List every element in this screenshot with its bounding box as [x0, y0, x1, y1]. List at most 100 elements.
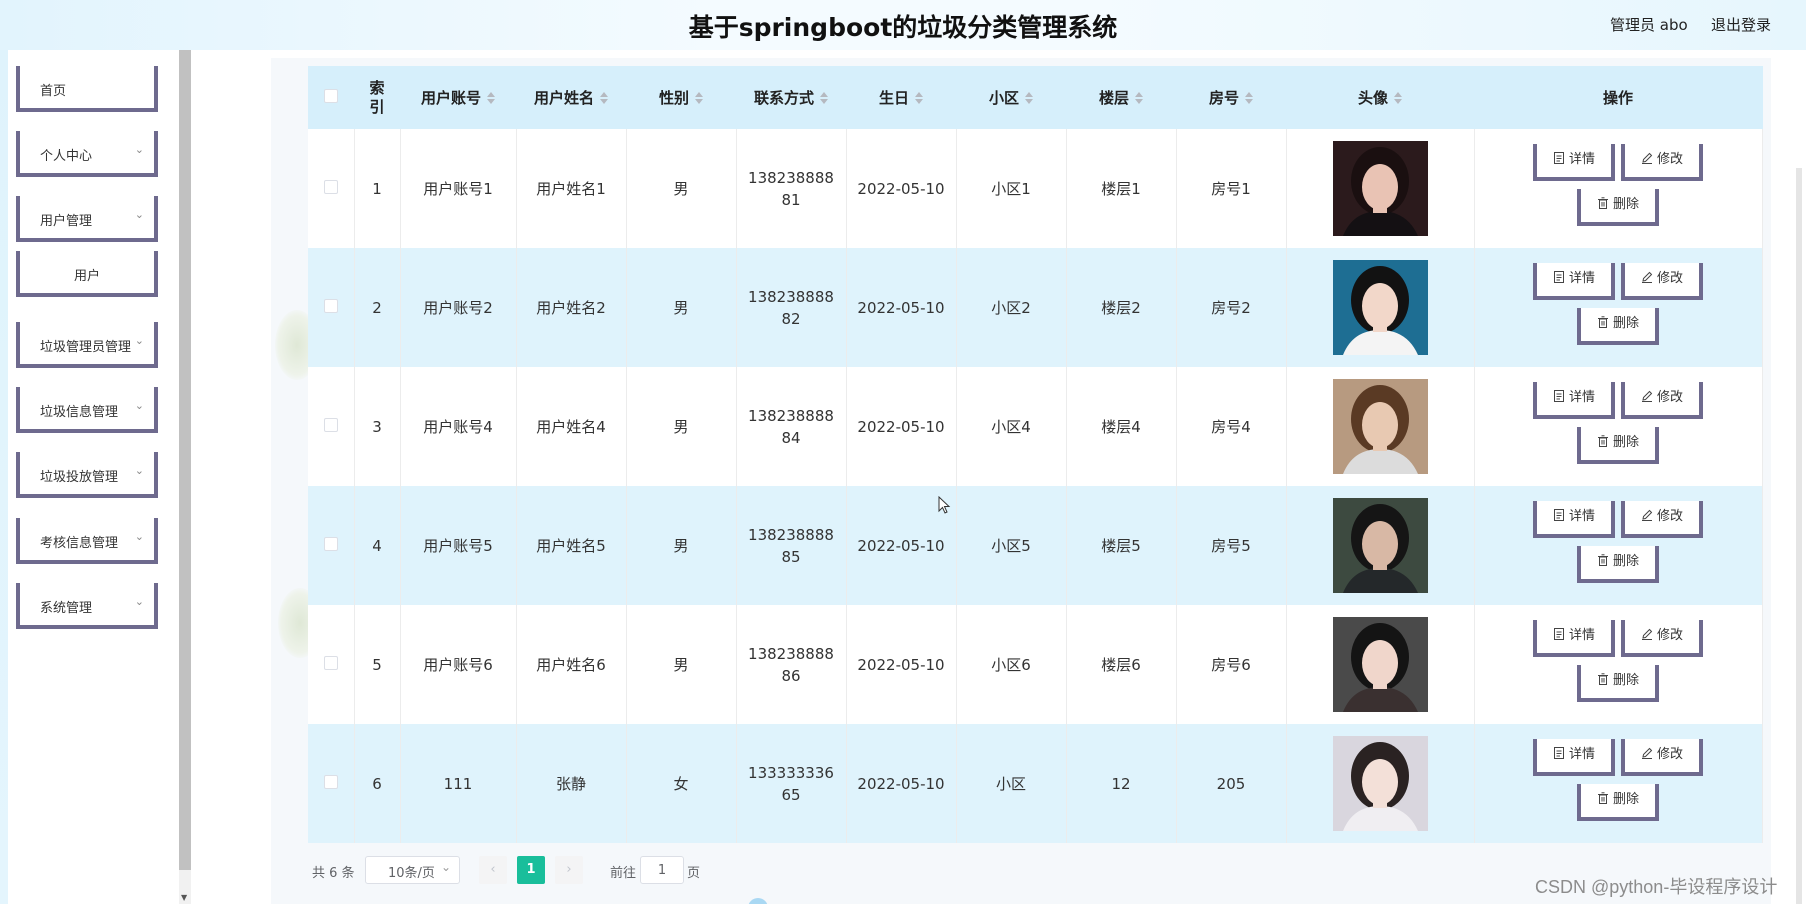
cell-actions: 详情 修改删除 [1474, 248, 1763, 367]
sort-icon[interactable] [695, 91, 703, 105]
detail-button[interactable]: 详情 [1533, 738, 1615, 776]
detail-button[interactable]: 详情 [1533, 262, 1615, 300]
edit-button[interactable]: 修改 [1621, 619, 1703, 657]
trash-icon [1597, 553, 1608, 566]
row-checkbox[interactable] [323, 417, 338, 432]
sidebar-scroll-thumb[interactable] [179, 50, 191, 870]
edit-button[interactable]: 修改 [1621, 738, 1703, 776]
cell-birthday: 2022-05-10 [846, 724, 957, 843]
sort-icon[interactable] [1135, 91, 1143, 105]
user-table: 索 引 用户账号 用户姓名 性别 联系方式 生日 小区 楼层 房号 头像 操作 … [308, 66, 1763, 843]
cell-name: 用户姓名4 [516, 367, 627, 486]
chevron-down-icon: ⌄ [134, 334, 144, 347]
column-header-account[interactable]: 用户账号 [400, 66, 517, 129]
cell-account: 用户账号2 [400, 248, 517, 367]
goto-page-input[interactable] [640, 856, 684, 884]
sort-icon[interactable] [820, 91, 828, 105]
chevron-down-icon: ⌄ [134, 595, 144, 608]
cell-gender: 男 [626, 367, 737, 486]
sort-icon[interactable] [1245, 91, 1253, 105]
sidebar-scroll-down-icon[interactable]: ▼ [181, 893, 187, 902]
delete-button[interactable]: 删除 [1577, 426, 1659, 464]
cell-name: 用户姓名6 [516, 605, 627, 724]
sidebar-item[interactable]: 用户管理 ⌄ [16, 196, 158, 242]
sidebar-item-label: 用户 [73, 269, 100, 284]
row-select-cell [308, 486, 355, 605]
edit-button[interactable]: 修改 [1621, 143, 1703, 181]
sidebar-item[interactable]: 考核信息管理 ⌄ [16, 518, 158, 564]
cell-avatar [1286, 129, 1475, 248]
cell-gender: 男 [626, 129, 737, 248]
document-icon [1553, 627, 1564, 640]
column-header-floor[interactable]: 楼层 [1066, 66, 1177, 129]
page-scrollbar[interactable] [1796, 168, 1802, 904]
cell-avatar [1286, 486, 1475, 605]
sidebar-item[interactable]: 系统管理 ⌄ [16, 583, 158, 629]
column-header-index: 索 引 [354, 66, 401, 129]
edit-button[interactable]: 修改 [1621, 500, 1703, 538]
sidebar-item-label: 垃圾投放管理 [40, 470, 119, 485]
avatar [1332, 379, 1428, 474]
detail-button[interactable]: 详情 [1533, 500, 1615, 538]
column-header-name[interactable]: 用户姓名 [516, 66, 627, 129]
sort-icon[interactable] [600, 91, 608, 105]
detail-button[interactable]: 详情 [1533, 381, 1615, 419]
cell-community: 小区1 [956, 129, 1067, 248]
sidebar-item[interactable]: 首页 [16, 66, 158, 112]
document-icon [1553, 151, 1564, 164]
trash-icon [1597, 315, 1608, 328]
watermark: CSDN @python-毕设程序设计 [1535, 877, 1778, 897]
column-header-avatar[interactable]: 头像 [1286, 66, 1475, 129]
row-checkbox[interactable] [323, 298, 338, 313]
sidebar-item[interactable]: 个人中心 ⌄ [16, 131, 158, 177]
sort-icon[interactable] [1394, 91, 1402, 105]
delete-button[interactable]: 删除 [1577, 783, 1659, 821]
delete-button[interactable]: 删除 [1577, 664, 1659, 702]
document-icon [1553, 508, 1564, 521]
page-size-select[interactable]: 10条/页 ⌄ [365, 856, 460, 884]
cell-gender: 男 [626, 605, 737, 724]
sidebar-item[interactable]: 垃圾投放管理 ⌄ [16, 452, 158, 498]
column-header-community[interactable]: 小区 [956, 66, 1067, 129]
edit-button[interactable]: 修改 [1621, 262, 1703, 300]
column-header-room[interactable]: 房号 [1176, 66, 1287, 129]
sidebar-item-label: 考核信息管理 [40, 536, 119, 551]
sort-icon[interactable] [1025, 91, 1033, 105]
avatar [1332, 617, 1428, 712]
delete-button[interactable]: 删除 [1577, 188, 1659, 226]
sidebar-item[interactable]: 垃圾管理员管理 ⌄ [16, 322, 158, 368]
prev-page-button[interactable]: ‹ [479, 856, 507, 884]
page-number-button[interactable]: 1 [517, 856, 545, 884]
cell-actions: 详情 修改删除 [1474, 486, 1763, 605]
cell-room: 205 [1176, 724, 1287, 843]
delete-button[interactable]: 删除 [1577, 545, 1659, 583]
row-checkbox[interactable] [323, 655, 338, 670]
table-body: 1 用户账号1 用户姓名1 男 13823888881 2022-05-10 小区1 楼层1 房… [308, 129, 1763, 843]
sort-icon[interactable] [915, 91, 923, 105]
detail-button[interactable]: 详情 [1533, 143, 1615, 181]
cell-account: 用户账号5 [400, 486, 517, 605]
sidebar-item[interactable]: 用户 [16, 251, 158, 297]
column-header-gender[interactable]: 性别 [626, 66, 737, 129]
next-page-button[interactable]: › [555, 856, 583, 884]
mouse-cursor-icon [938, 496, 951, 514]
cell-room: 房号5 [1176, 486, 1287, 605]
cell-avatar [1286, 724, 1475, 843]
sidebar-item[interactable]: 垃圾信息管理 ⌄ [16, 387, 158, 433]
select-all-checkbox[interactable] [323, 88, 338, 103]
logout-link[interactable]: 退出登录 [1711, 14, 1771, 35]
cell-community: 小区 [956, 724, 1067, 843]
delete-button[interactable]: 删除 [1577, 307, 1659, 345]
row-checkbox[interactable] [323, 536, 338, 551]
cell-phone: 13823888885 [736, 486, 847, 605]
table-row: 1 用户账号1 用户姓名1 男 13823888881 2022-05-10 小区1 楼层1 房… [308, 129, 1763, 248]
edit-button[interactable]: 修改 [1621, 381, 1703, 419]
chevron-down-icon: ⌄ [134, 143, 144, 156]
cell-index: 1 [354, 129, 401, 248]
column-header-phone[interactable]: 联系方式 [736, 66, 847, 129]
detail-button[interactable]: 详情 [1533, 619, 1615, 657]
row-checkbox[interactable] [323, 774, 338, 789]
row-checkbox[interactable] [323, 179, 338, 194]
column-header-birthday[interactable]: 生日 [846, 66, 957, 129]
sort-icon[interactable] [487, 91, 495, 105]
